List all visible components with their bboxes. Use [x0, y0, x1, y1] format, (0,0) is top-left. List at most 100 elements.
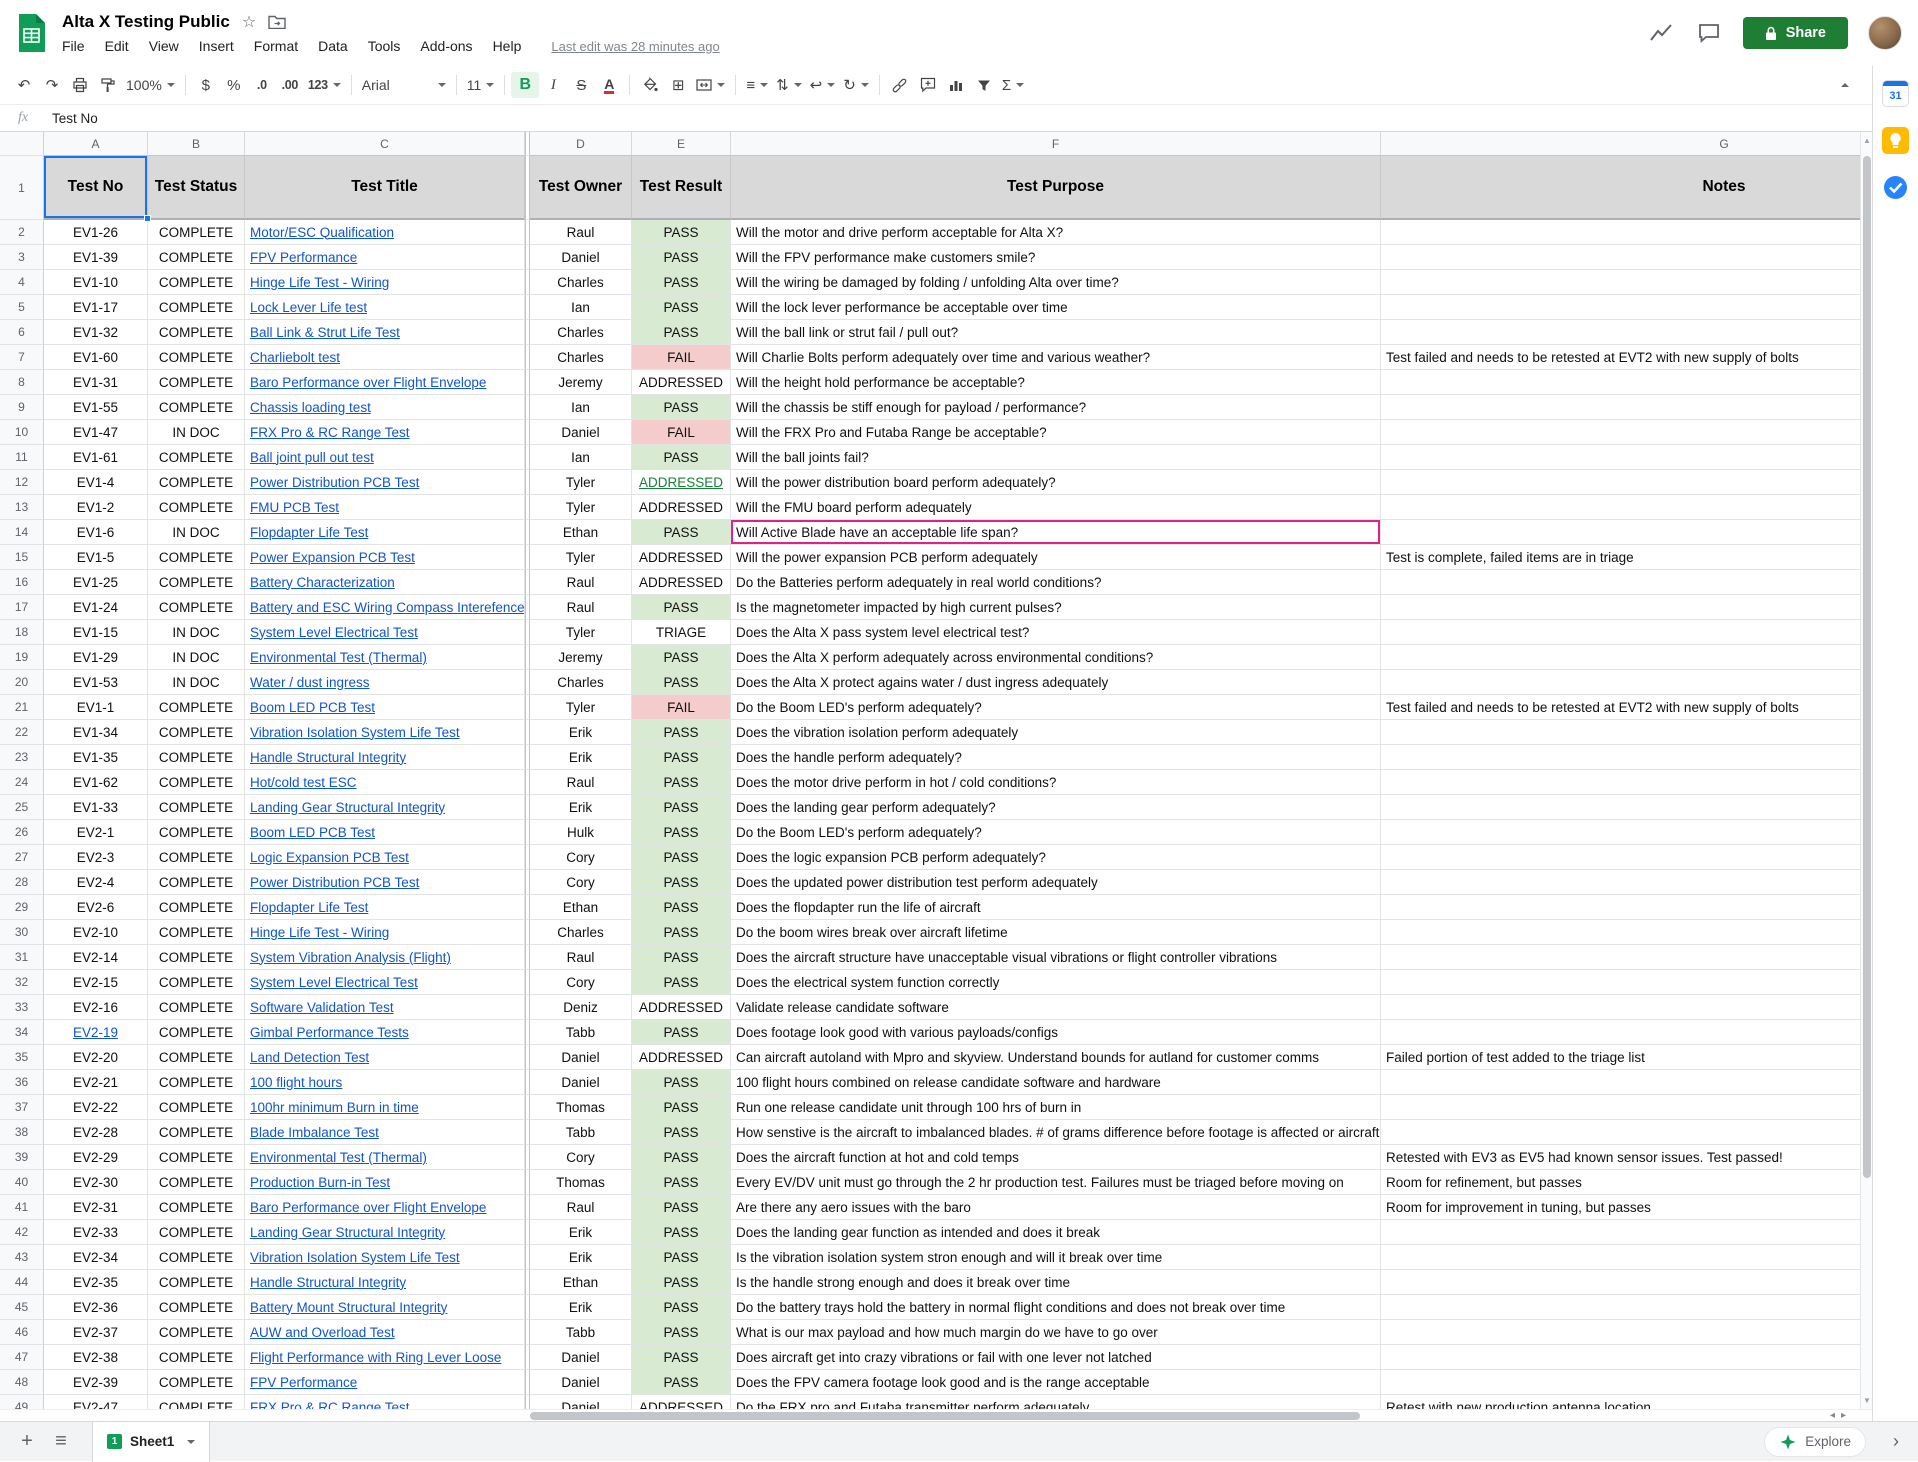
column-header-C[interactable]: C: [245, 132, 525, 156]
cell-test-status[interactable]: COMPLETE: [148, 320, 245, 345]
header-cell[interactable]: Notes: [1381, 156, 1872, 220]
row-number[interactable]: 19: [0, 645, 44, 670]
cell-test-result[interactable]: FAIL: [632, 420, 731, 445]
cell-test-title[interactable]: FPV Performance: [245, 245, 525, 270]
cell-test-owner[interactable]: Raul: [530, 570, 632, 595]
cell-test-result[interactable]: FAIL: [632, 345, 731, 370]
cell-test-status[interactable]: COMPLETE: [148, 470, 245, 495]
cell-test-owner[interactable]: Erik: [530, 745, 632, 770]
header-cell[interactable]: Test Owner: [530, 156, 632, 220]
cell-test-status[interactable]: COMPLETE: [148, 1145, 245, 1170]
cell-test-no[interactable]: EV2-36: [44, 1295, 148, 1320]
zoom-select[interactable]: 100%: [122, 72, 179, 98]
cell-test-no[interactable]: EV1-55: [44, 395, 148, 420]
cell-test-result[interactable]: PASS: [632, 1195, 731, 1220]
horizontal-scroll-thumb[interactable]: [530, 1412, 1360, 1420]
row-number[interactable]: 15: [0, 545, 44, 570]
cell-notes[interactable]: [1381, 1370, 1872, 1395]
cell-test-status[interactable]: COMPLETE: [148, 1245, 245, 1270]
cell-test-title[interactable]: System Level Electrical Test: [245, 620, 525, 645]
cell-test-title[interactable]: 100 flight hours: [245, 1070, 525, 1095]
cell-test-result[interactable]: PASS: [632, 1145, 731, 1170]
row-number[interactable]: 40: [0, 1170, 44, 1195]
cell-test-purpose[interactable]: Will the FRX Pro and Futaba Range be acc…: [731, 420, 1381, 445]
cell-test-no[interactable]: EV1-1: [44, 695, 148, 720]
cell-test-no[interactable]: EV1-39: [44, 245, 148, 270]
cell-test-status[interactable]: COMPLETE: [148, 495, 245, 520]
header-cell[interactable]: Test Status: [148, 156, 245, 220]
cell-test-result[interactable]: PASS: [632, 1270, 731, 1295]
cell-test-no[interactable]: EV2-14: [44, 945, 148, 970]
cell-test-no[interactable]: EV2-35: [44, 1270, 148, 1295]
cell-test-result[interactable]: TRIAGE: [632, 620, 731, 645]
cell-test-result[interactable]: PASS: [632, 1170, 731, 1195]
cell-test-purpose[interactable]: Run one release candidate unit through 1…: [731, 1095, 1381, 1120]
cell-notes[interactable]: Retest with new production antenna locat…: [1381, 1395, 1872, 1409]
cell-test-result[interactable]: PASS: [632, 645, 731, 670]
cell-test-no[interactable]: EV1-4: [44, 470, 148, 495]
cell-test-status[interactable]: COMPLETE: [148, 845, 245, 870]
cell-test-result[interactable]: PASS: [632, 745, 731, 770]
cell-test-owner[interactable]: Tyler: [530, 495, 632, 520]
cell-test-title[interactable]: Vibration Isolation System Life Test: [245, 720, 525, 745]
cell-test-owner[interactable]: Daniel: [530, 245, 632, 270]
cell-test-status[interactable]: COMPLETE: [148, 1220, 245, 1245]
cell-notes[interactable]: Room for refinement, but passes: [1381, 1170, 1872, 1195]
row-number[interactable]: 30: [0, 920, 44, 945]
row-number[interactable]: 36: [0, 1070, 44, 1095]
row-number[interactable]: 3: [0, 245, 44, 270]
cell-test-status[interactable]: COMPLETE: [148, 245, 245, 270]
cell-test-no[interactable]: EV2-20: [44, 1045, 148, 1070]
cell-test-no[interactable]: EV1-61: [44, 445, 148, 470]
hide-toolbar-icon[interactable]: [1834, 72, 1862, 98]
cell-test-title[interactable]: FMU PCB Test: [245, 495, 525, 520]
cell-test-status[interactable]: COMPLETE: [148, 270, 245, 295]
cell-test-purpose[interactable]: Does the FPV camera footage look good an…: [731, 1370, 1381, 1395]
cell-test-owner[interactable]: Raul: [530, 770, 632, 795]
insert-comment-button[interactable]: [914, 72, 942, 98]
cell-test-status[interactable]: COMPLETE: [148, 1045, 245, 1070]
cell-test-status[interactable]: COMPLETE: [148, 595, 245, 620]
cell-test-no[interactable]: EV1-47: [44, 420, 148, 445]
column-header-B[interactable]: B: [148, 132, 245, 156]
cell-notes[interactable]: [1381, 270, 1872, 295]
cell-test-owner[interactable]: Daniel: [530, 1070, 632, 1095]
cell-test-purpose[interactable]: Will the power expansion PCB perform ade…: [731, 545, 1381, 570]
cell-test-no[interactable]: EV1-25: [44, 570, 148, 595]
cell-test-title[interactable]: Boom LED PCB Test: [245, 820, 525, 845]
cell-test-no[interactable]: EV2-28: [44, 1120, 148, 1145]
vertical-scroll-thumb[interactable]: [1863, 156, 1871, 1178]
text-wrap-button[interactable]: ↩: [806, 72, 840, 98]
cell-notes[interactable]: [1381, 870, 1872, 895]
last-edit-link[interactable]: Last edit was 28 minutes ago: [551, 39, 719, 54]
cell-test-purpose[interactable]: Will the FPV performance make customers …: [731, 245, 1381, 270]
cell-test-title[interactable]: Handle Structural Integrity: [245, 745, 525, 770]
insert-link-button[interactable]: [886, 72, 914, 98]
cell-notes[interactable]: Test failed and needs to be retested at …: [1381, 695, 1872, 720]
cell-notes[interactable]: [1381, 295, 1872, 320]
cell-test-purpose[interactable]: Will the height hold performance be acce…: [731, 370, 1381, 395]
cell-test-no[interactable]: EV2-1: [44, 820, 148, 845]
row-number[interactable]: 22: [0, 720, 44, 745]
cell-test-status[interactable]: COMPLETE: [148, 1095, 245, 1120]
text-color-button[interactable]: A: [595, 72, 623, 98]
cell-test-purpose[interactable]: Will Charlie Bolts perform adequately ov…: [731, 345, 1381, 370]
cell-test-title[interactable]: Chassis loading test: [245, 395, 525, 420]
row-number[interactable]: 42: [0, 1220, 44, 1245]
row-number[interactable]: 49: [0, 1395, 44, 1409]
cell-test-title[interactable]: 100hr minimum Burn in time: [245, 1095, 525, 1120]
cell-test-purpose[interactable]: Does the flopdapter run the life of airc…: [731, 895, 1381, 920]
row-number[interactable]: 18: [0, 620, 44, 645]
cell-test-no[interactable]: EV2-10: [44, 920, 148, 945]
cell-test-no[interactable]: EV2-21: [44, 1070, 148, 1095]
cell-test-title[interactable]: Boom LED PCB Test: [245, 695, 525, 720]
cell-test-owner[interactable]: Erik: [530, 1245, 632, 1270]
bold-button[interactable]: B: [511, 72, 539, 98]
cell-test-no[interactable]: EV1-31: [44, 370, 148, 395]
cell-test-status[interactable]: COMPLETE: [148, 220, 245, 245]
cell-test-status[interactable]: COMPLETE: [148, 1270, 245, 1295]
cell-test-title[interactable]: Power Expansion PCB Test: [245, 545, 525, 570]
cell-test-title[interactable]: Power Distribution PCB Test: [245, 470, 525, 495]
cell-test-result[interactable]: ADDRESSED: [632, 995, 731, 1020]
cell-test-purpose[interactable]: Do the battery trays hold the battery in…: [731, 1295, 1381, 1320]
